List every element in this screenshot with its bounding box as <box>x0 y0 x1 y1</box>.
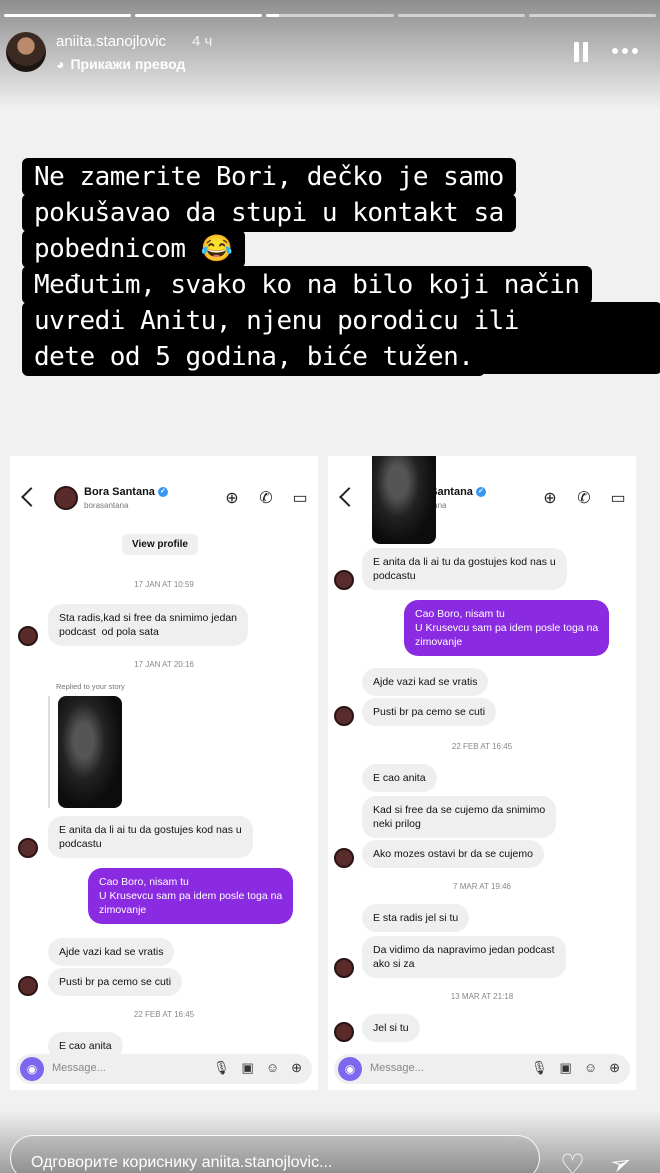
message-bubble: Sta radis,kad si free da snimimo jedan p… <box>48 604 249 646</box>
message-composer: ◉ Message... 🎙 ▣ ☺ ⊕ <box>16 1054 312 1084</box>
progress-segment <box>397 14 525 17</box>
sticker-icon: ☺ <box>583 1060 598 1075</box>
message-list: E anita da li ai tu da gostujes kod nas … <box>328 456 636 1050</box>
message-bubble-sent: Cao Boro, nisam tu U Krusevcu sam pa ide… <box>88 868 294 924</box>
message-bubble: Ako mozes ostavi br da se cujemo <box>362 840 544 868</box>
avatar <box>18 838 38 858</box>
sticker-icon: ☺ <box>265 1060 280 1075</box>
plus-icon: ⊕ <box>609 1060 620 1075</box>
translate-icon: ◕ <box>56 56 65 72</box>
message-bubble: Kad si free da se cujemo da snimimo neki… <box>362 796 557 838</box>
phone-icon: ✆ <box>259 490 273 507</box>
replied-label: Replied to your story <box>56 682 125 691</box>
message-bubble-sent: Cao Boro, nisam tu U Krusevcu sam pa ide… <box>404 600 610 656</box>
story-thumbnail <box>372 456 436 544</box>
caption-line: Međutim, svako ko na bilo koji način <box>22 266 592 304</box>
video-icon: ▭ <box>292 490 308 507</box>
avatar <box>54 486 78 510</box>
microphone-icon: 🎙 <box>213 1060 230 1075</box>
message-list: View profile 17 JAN AT 10:59 Sta radis,k… <box>10 526 318 1060</box>
caption-line: dete od 5 godina, biće tužen. <box>22 338 486 376</box>
timestamp: 17 JAN AT 10:59 <box>134 580 194 589</box>
avatar[interactable] <box>6 32 46 72</box>
chat-contact-name: Bora Santana ✓ <box>84 486 168 498</box>
reply-bar <box>48 696 50 808</box>
message-input: Message... <box>370 1062 424 1074</box>
message-composer: ◉ Message... 🎙 ▣ ☺ ⊕ <box>334 1054 630 1084</box>
avatar <box>334 1022 354 1042</box>
pause-icon[interactable] <box>573 42 589 62</box>
avatar <box>334 706 354 726</box>
message-bubble: E sta radis jel si tu <box>362 904 470 932</box>
translate-label: Прикажи превод <box>70 56 186 72</box>
phone-icon: ✆ <box>577 490 591 507</box>
message-bubble: Jel si tu <box>362 1014 420 1042</box>
chat-screenshot-right: Bora Santana✓ borasantana ⊕ ✆ ▭ E anita … <box>328 456 636 1090</box>
progress-segment <box>266 14 394 17</box>
effects-icon: ⊕ <box>543 490 557 507</box>
message-bubble: Da vidimo da napravimo jedan podcast ako… <box>362 936 566 978</box>
view-profile-button: View profile <box>122 534 198 555</box>
story-progress <box>4 14 657 17</box>
plus-icon: ⊕ <box>291 1060 302 1075</box>
timestamp: 7 MAR AT 19:46 <box>453 882 511 891</box>
avatar <box>18 626 38 646</box>
timestamp: 22 FEB AT 16:45 <box>451 742 513 751</box>
more-options-icon[interactable] <box>612 48 638 54</box>
message-bubble: E cao anita <box>362 764 437 792</box>
message-input: Message... <box>52 1062 106 1074</box>
story-timestamp: 4 ч <box>192 33 213 50</box>
camera-icon: ◉ <box>20 1057 44 1081</box>
caption-line: Ne zamerite Bori, dečko je samo <box>22 158 516 196</box>
chat-header: Bora Santana✓ borasantana ⊕ ✆ ▭ <box>10 482 318 522</box>
camera-icon: ◉ <box>338 1057 362 1081</box>
reply-placeholder: Одговорите кориснику aniita.stanojlovic.… <box>31 1154 333 1171</box>
back-arrow-icon <box>21 487 41 507</box>
verified-icon: ✓ <box>157 487 168 497</box>
message-bubble: Pusti br pa cemo se cuti <box>48 968 183 996</box>
video-icon: ▭ <box>610 490 626 507</box>
story-username[interactable]: aniita.stanojlovic <box>56 33 166 50</box>
chat-screenshot-left: Bora Santana ✓ borasantana ⊕ ✆ ▭ View pro… <box>10 456 318 1090</box>
effects-icon: ⊕ <box>225 490 239 507</box>
progress-segment <box>135 14 263 17</box>
chat-actions: ⊕ ✆ ▭ <box>222 488 310 508</box>
message-bubble: E anita da li ai tu da gostujes kod nas … <box>362 548 567 590</box>
message-bubble: Pusti br pa cemo se cuti <box>362 698 497 726</box>
caption-line: pobednicom 😂 <box>22 230 245 268</box>
story-thumbnail <box>58 696 122 808</box>
message-bubble: E anita da li ai tu da gostujes kod nas … <box>48 816 253 858</box>
message-bubble: Ajde vazi kad se vratis <box>48 938 175 966</box>
gallery-icon: ▣ <box>559 1060 572 1075</box>
heart-icon[interactable]: ♡ <box>560 1148 585 1173</box>
verified-icon: ✓ <box>475 487 486 497</box>
message-bubble: Ajde vazi kad se vratis <box>362 668 489 696</box>
progress-segment <box>528 14 657 17</box>
gallery-icon: ▣ <box>241 1060 254 1075</box>
avatar <box>334 848 354 868</box>
chat-contact-handle: borasantana <box>84 501 129 510</box>
timestamp: 13 MAR AT 21:18 <box>450 992 514 1001</box>
timestamp: 17 JAN AT 20:16 <box>134 660 194 669</box>
avatar <box>18 976 38 996</box>
timestamp: 22 FEB AT 16:45 <box>133 1010 195 1019</box>
progress-segment <box>4 14 132 17</box>
microphone-icon: 🎙 <box>531 1060 548 1075</box>
translate-button[interactable]: ◕ Прикажи превод <box>56 56 185 72</box>
avatar <box>334 958 354 978</box>
caption-line: pokušavao da stupi u kontakt sa <box>22 194 516 232</box>
story-reply-input[interactable]: Одговорите кориснику aniita.stanojlovic.… <box>10 1135 540 1173</box>
story-caption: Ne zamerite Bori, dečko je samo pokušava… <box>22 158 660 376</box>
back-arrow-icon <box>339 487 359 507</box>
chat-actions: ⊕ ✆ ▭ <box>540 488 628 508</box>
avatar <box>334 570 354 590</box>
